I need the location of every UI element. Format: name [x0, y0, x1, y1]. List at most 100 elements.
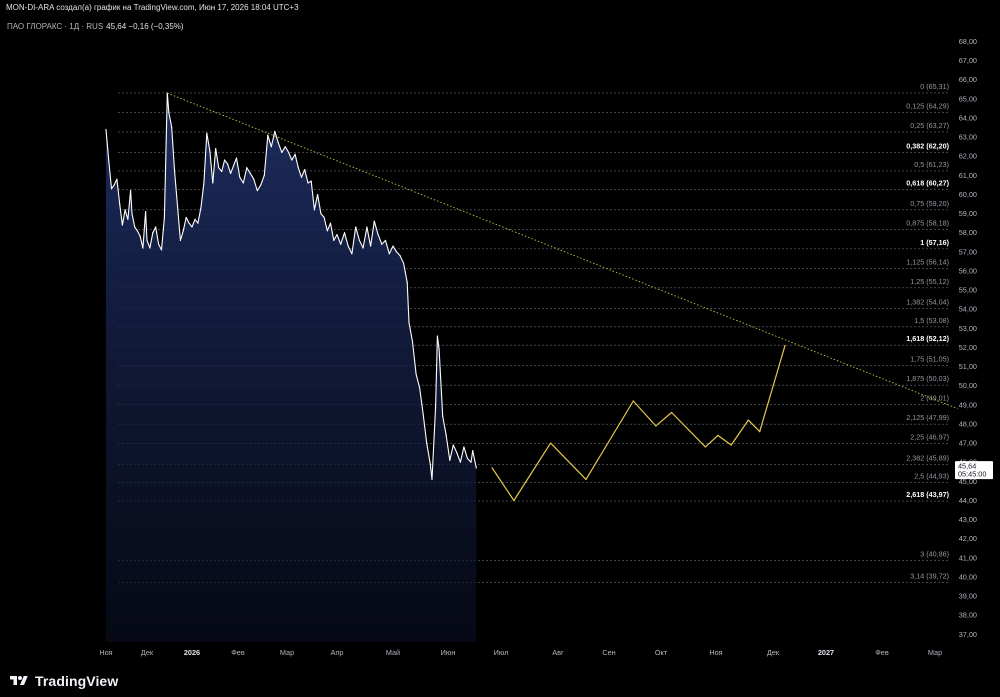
price-point — [313, 209, 315, 211]
price-point — [475, 467, 477, 469]
price-point — [452, 444, 454, 446]
price-point — [152, 232, 154, 234]
tradingview-logo[interactable]: TradingView — [8, 670, 118, 692]
projection-point — [513, 499, 515, 502]
fib-level-label: 0,125 (64,29) — [906, 101, 949, 110]
price-point — [203, 182, 205, 184]
price-point — [212, 182, 214, 184]
projection-segment — [670, 411, 707, 448]
price-point — [284, 146, 286, 148]
price-point — [412, 341, 413, 343]
y-tick-label: 66,00 — [959, 75, 977, 84]
projection-segment — [730, 419, 749, 446]
price-point — [301, 176, 302, 178]
price-point — [429, 463, 431, 465]
projection-point — [632, 400, 634, 402]
y-tick-label: 51,00 — [959, 362, 977, 371]
price-point — [179, 239, 181, 241]
projection-segment — [704, 434, 719, 448]
price-point — [449, 459, 451, 461]
fib-level-label: 1,618 (52,12) — [906, 334, 949, 343]
y-tick-label: 53,00 — [959, 324, 977, 333]
price-point — [466, 457, 468, 459]
price-point — [116, 178, 118, 180]
price-point — [236, 157, 237, 159]
fib-level-label: 0,875 (58,18) — [906, 218, 949, 227]
price-point — [344, 232, 345, 234]
price-point — [294, 153, 296, 155]
price-point — [145, 211, 147, 213]
x-tick-label: Окт — [655, 648, 668, 657]
price-point — [297, 167, 299, 169]
price-axis[interactable]: 37,00 38,00 39,00 40,00 41,00 42,00 43,00 44,00… — [959, 37, 977, 639]
price-point — [323, 216, 325, 218]
y-tick-label: 47,00 — [959, 439, 977, 448]
price-point — [127, 218, 129, 220]
x-tick-label: Ноя — [99, 648, 112, 657]
price-point — [200, 207, 202, 209]
projection-point — [784, 345, 786, 347]
price-point — [227, 163, 229, 165]
price-point — [108, 159, 110, 161]
price-point — [435, 406, 437, 408]
x-tick-label: Мар — [280, 648, 294, 657]
last-price-marker: 45,6405:45:00 — [955, 461, 993, 480]
price-point — [149, 247, 151, 249]
price-point — [267, 134, 269, 136]
x-tick-label: Ноя — [709, 648, 722, 657]
projection-point — [730, 444, 732, 446]
projection-series[interactable] — [491, 345, 786, 502]
x-tick-label: Май — [386, 648, 400, 657]
fib-level-label: 3,14 (39,72) — [910, 571, 949, 580]
y-tick-label: 57,00 — [959, 247, 977, 256]
price-point — [182, 230, 184, 232]
tradingview-logo-text: TradingView — [35, 673, 119, 689]
projection-segment — [513, 442, 552, 502]
fib-level-label: 2,618 (43,97) — [906, 490, 949, 499]
price-point — [340, 243, 342, 245]
price-point — [215, 148, 217, 150]
price-point — [260, 184, 262, 186]
price-point — [347, 245, 349, 247]
y-tick-label: 40,00 — [959, 573, 977, 582]
projection-point — [585, 478, 587, 480]
x-tick-label: Июн — [441, 648, 456, 657]
price-point — [373, 220, 375, 222]
fib-level-label: 0,382 (62,20) — [906, 141, 949, 150]
x-tick-label: Дек — [141, 648, 154, 657]
y-tick-label: 42,00 — [959, 534, 977, 543]
projection-point — [550, 442, 552, 444]
price-point — [139, 236, 141, 237]
price-point — [336, 234, 338, 236]
price-point — [362, 247, 364, 249]
price-point — [326, 230, 328, 232]
price-point — [377, 234, 379, 236]
price-point — [442, 415, 444, 417]
price-point — [142, 247, 144, 249]
price-chart[interactable]: 0 (65,31) 0,125 (64,29) 0,25 (63,27) 0,382 … — [0, 0, 1000, 666]
x-tick-label: Дек — [767, 648, 780, 657]
price-point — [281, 151, 283, 153]
price-area — [106, 93, 477, 643]
tradingview-logo-icon — [10, 676, 28, 685]
price-point — [317, 194, 319, 195]
price-point — [351, 253, 353, 255]
price-point — [155, 226, 157, 228]
fib-level-label: 0,618 (60,27) — [906, 178, 949, 187]
time-axis[interactable]: Ноя Дек 2026 Фев Мар Апр Май Июн Июл Авг Сен Окт Ноя… — [99, 648, 942, 657]
y-tick-label: 63,00 — [959, 133, 977, 142]
y-tick-label: 58,00 — [959, 228, 977, 237]
fib-level-label: 2,5 (44,93) — [914, 472, 949, 481]
price-point — [459, 461, 461, 463]
projection-segment — [759, 345, 786, 433]
y-tick-label: 54,00 — [959, 305, 977, 314]
price-point — [124, 209, 126, 211]
price-point — [422, 413, 424, 415]
y-tick-label: 49,00 — [959, 400, 977, 409]
price-point — [396, 251, 397, 253]
y-tick-label: 56,00 — [959, 267, 977, 276]
price-point — [246, 167, 248, 169]
price-point — [121, 224, 123, 226]
y-tick-label: 62,00 — [959, 152, 977, 161]
price-point — [472, 450, 474, 452]
